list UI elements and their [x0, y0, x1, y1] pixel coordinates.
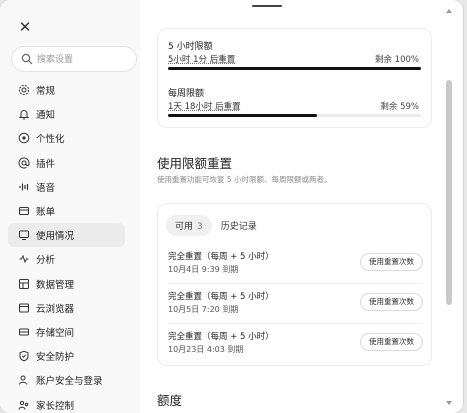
sidebar-item-label: 通知 [36, 110, 56, 122]
row-divider [168, 323, 423, 324]
limit-reset-time: 5小时 1分 后重置 [168, 55, 236, 65]
use-reset-button[interactable]: 使用重置次数 [360, 333, 423, 351]
sidebar-item[interactable]: 通知 [8, 102, 125, 126]
sidebar-item[interactable]: 语音 [8, 175, 125, 199]
sidebar-item-label: 插件 [36, 158, 56, 170]
quota-section-title: 额度 [157, 393, 183, 408]
sidebar-item[interactable]: 账户安全与登录 [8, 368, 125, 392]
close-icon[interactable]: ✕ [16, 18, 34, 36]
sidebar-nav: 常规通知个性化插件语音账单使用情况分析数据管理云浏览器存储空间安全防护账户安全与… [8, 78, 125, 413]
row-divider [168, 283, 423, 284]
limit-progress-fill [168, 67, 421, 70]
search-input[interactable] [37, 51, 132, 68]
at-icon [17, 156, 30, 169]
tab-count: 3 [197, 221, 203, 232]
sidebar-item[interactable]: 数据管理 [8, 272, 125, 296]
sidebar-item[interactable]: 使用情况 [8, 223, 125, 248]
sidebar-item[interactable]: 个性化 [8, 126, 125, 150]
sidebar-item-label: 家长控制 [36, 400, 75, 412]
tab-label: 历史记录 [220, 221, 257, 232]
limit-title: 每周限额 [168, 89, 205, 99]
sidebar-item-label: 数据管理 [36, 279, 75, 291]
reset-title: 完全重置（每周 + 5 小时） [168, 252, 274, 262]
personalize-icon [17, 132, 30, 145]
card-icon [17, 205, 30, 218]
limit-title: 5 小时限额 [168, 42, 213, 52]
scrollbar-thumb[interactable] [446, 80, 452, 305]
storage-icon [17, 325, 30, 338]
sidebar-item-label: 常规 [36, 86, 56, 98]
limit-remaining: 剩余 100% [374, 55, 419, 65]
settings-sidebar: ✕ 常规通知个性化插件语音账单使用情况分析数据管理云浏览器存储空间安全防护账户安… [0, 0, 140, 413]
limit-progress-bar [168, 114, 421, 117]
limit-progress-bar [168, 67, 421, 70]
limit-reset-time: 1天 18小时 后重置 [168, 102, 241, 112]
use-reset-button[interactable]: 使用重置次数 [360, 293, 423, 311]
reset-expiry: 10月5日 7:20 到期 [168, 305, 239, 314]
limit-progress-fill [168, 114, 318, 117]
data-icon [17, 277, 30, 290]
sidebar-item[interactable]: 存储空间 [8, 320, 125, 344]
gear-icon [17, 84, 30, 97]
sidebar-item[interactable]: 账单 [8, 199, 125, 223]
sidebar-item-label: 使用情况 [36, 231, 75, 243]
limit-remaining: 剩余 59% [380, 102, 419, 112]
reset-section-title: 使用限额重置 [157, 156, 233, 171]
sidebar-item-label: 语音 [36, 182, 56, 194]
sidebar-item[interactable]: 常规 [8, 78, 125, 102]
sidebar-item-label: 云浏览器 [36, 303, 75, 315]
usage-icon [17, 229, 30, 242]
scroll-down-arrow-icon[interactable] [445, 400, 453, 406]
resets-card: 可用 3 历史记录 完全重置（每周 + 5 小时） 10月4日 9:39 到期 使… [157, 203, 432, 366]
shield-icon [17, 350, 30, 363]
tab-available[interactable]: 可用 3 [166, 214, 212, 236]
analytics-icon [17, 253, 30, 266]
use-reset-button[interactable]: 使用重置次数 [360, 253, 423, 271]
sidebar-item-label: 账单 [36, 207, 56, 219]
sidebar-item[interactable]: 家长控制 [8, 392, 125, 413]
sidebar-item[interactable]: 插件 [8, 151, 125, 175]
browser-icon [17, 301, 30, 314]
tab-label: 可用 [175, 221, 194, 232]
settings-window: ✕ 常规通知个性化插件语音账单使用情况分析数据管理云浏览器存储空间安全防护账户安… [0, 0, 463, 413]
reset-row: 完全重置（每周 + 5 小时） 10月5日 7:20 到期 使用重置次数 [168, 290, 423, 330]
sidebar-item-label: 分析 [36, 255, 56, 267]
reset-tabs: 可用 3 历史记录 [166, 214, 266, 236]
limits-card: 5 小时限额 5小时 1分 后重置 剩余 100% 每周限额 1天 18小时 后… [157, 28, 432, 128]
reset-row: 完全重置（每周 + 5 小时） 10月23日 4:03 到期 使用重置次数 [168, 330, 423, 370]
usage-panel: 5 小时限额 5小时 1分 后重置 剩余 100% 每周限额 1天 18小时 后… [140, 0, 463, 413]
sidebar-item-label: 安全防护 [36, 352, 75, 364]
reset-title: 完全重置（每周 + 5 小时） [168, 292, 274, 302]
reset-row: 完全重置（每周 + 5 小时） 10月4日 9:39 到期 使用重置次数 [168, 250, 423, 290]
sidebar-item-label: 个性化 [36, 134, 65, 146]
sidebar-item-label: 存储空间 [36, 327, 75, 339]
sidebar-item[interactable]: 安全防护 [8, 344, 125, 368]
tab-history[interactable]: 历史记录 [212, 215, 266, 236]
sidebar-item-label: 账户安全与登录 [36, 376, 103, 388]
bell-icon [17, 108, 30, 121]
sidebar-item[interactable]: 云浏览器 [8, 296, 125, 320]
search-icon [21, 53, 33, 65]
reset-section-description: 使用重置功能可恢复 5 小时限额、每周限额或两者。 [157, 175, 332, 184]
search-box[interactable] [11, 46, 137, 72]
sidebar-item[interactable]: 分析 [8, 247, 125, 271]
reset-expiry: 10月4日 9:39 到期 [168, 265, 239, 274]
reset-title: 完全重置（每周 + 5 小时） [168, 332, 274, 342]
reset-expiry: 10月23日 4:03 到期 [168, 345, 244, 354]
parental-icon [17, 398, 30, 411]
voice-wave-icon [17, 180, 30, 193]
account-lock-icon [17, 374, 30, 387]
